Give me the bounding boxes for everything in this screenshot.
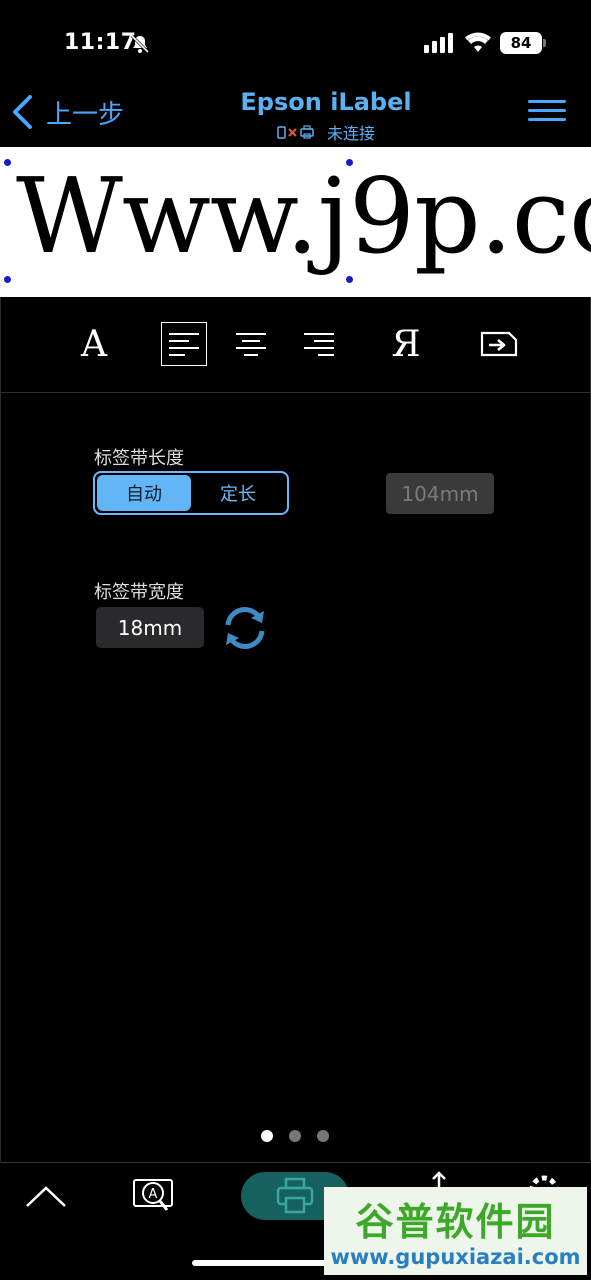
auto-length-option[interactable]: 自动 xyxy=(97,475,191,511)
page-dot[interactable] xyxy=(317,1130,329,1142)
align-right-button[interactable] xyxy=(296,322,342,366)
font-button[interactable]: A xyxy=(71,322,117,366)
selection-handle[interactable] xyxy=(346,159,353,166)
app-title: Epson iLabel xyxy=(240,88,412,116)
align-right-icon xyxy=(304,333,334,356)
silent-bell-icon xyxy=(130,34,150,54)
menu-bar xyxy=(528,118,566,121)
bottom-bar-divider xyxy=(0,1162,591,1163)
disconnected-printer-icon xyxy=(277,125,314,139)
tape-length-label: 标签带长度 xyxy=(94,448,184,469)
menu-bar xyxy=(528,100,566,103)
status-time: 11:17 xyxy=(64,30,137,55)
tape-length-mode-toggle[interactable]: 自动 定长 xyxy=(93,471,289,515)
tape-width-label: 标签带宽度 xyxy=(94,582,184,603)
watermark-title: 谷普软件园 xyxy=(355,1200,556,1244)
text-recognition-icon[interactable]: A xyxy=(131,1176,177,1216)
tape-length-value: 104mm xyxy=(386,473,494,514)
selection-handle[interactable] xyxy=(4,159,11,166)
text-direction-icon xyxy=(480,331,518,357)
menu-button[interactable] xyxy=(528,100,566,126)
back-button[interactable]: 上一步 xyxy=(10,90,124,134)
connection-label: 未连接 xyxy=(326,124,375,143)
tape-width-value[interactable]: 18mm xyxy=(96,607,204,648)
back-label: 上一步 xyxy=(46,99,125,130)
chevron-left-icon xyxy=(13,95,32,129)
selection-handle[interactable] xyxy=(4,276,11,283)
align-center-button[interactable] xyxy=(228,322,274,366)
mirror-text-button[interactable]: Я xyxy=(383,322,429,366)
align-left-icon xyxy=(169,333,199,356)
connection-status: 未连接 xyxy=(196,120,456,144)
battery-indicator: 84 xyxy=(500,32,542,54)
svg-text:A: A xyxy=(149,1187,158,1202)
fixed-length-option[interactable]: 定长 xyxy=(191,475,285,511)
text-toolbar: A Я xyxy=(0,297,591,393)
printer-icon xyxy=(276,1177,314,1214)
watermark-logo: 谷普软件园 www.gupuxiazai.com xyxy=(324,1187,587,1275)
text-direction-button[interactable] xyxy=(476,322,522,366)
align-center-icon xyxy=(236,333,266,356)
settings-panel xyxy=(0,393,591,1161)
refresh-icon[interactable] xyxy=(220,603,270,653)
selection-handle[interactable] xyxy=(346,276,353,283)
label-preview[interactable]: Www.j9p.co xyxy=(0,147,591,297)
page-dot[interactable] xyxy=(289,1130,301,1142)
wifi-icon xyxy=(465,32,491,52)
watermark-url: www.gupuxiazai.com xyxy=(330,1245,581,1269)
chevron-up-icon[interactable] xyxy=(24,1180,68,1210)
menu-bar xyxy=(528,109,566,112)
align-left-button[interactable] xyxy=(161,322,207,366)
page-dot-active[interactable] xyxy=(261,1130,273,1142)
battery-tip xyxy=(543,39,546,47)
preview-text[interactable]: Www.j9p.co xyxy=(16,155,591,277)
cellular-signal-icon xyxy=(424,33,453,53)
